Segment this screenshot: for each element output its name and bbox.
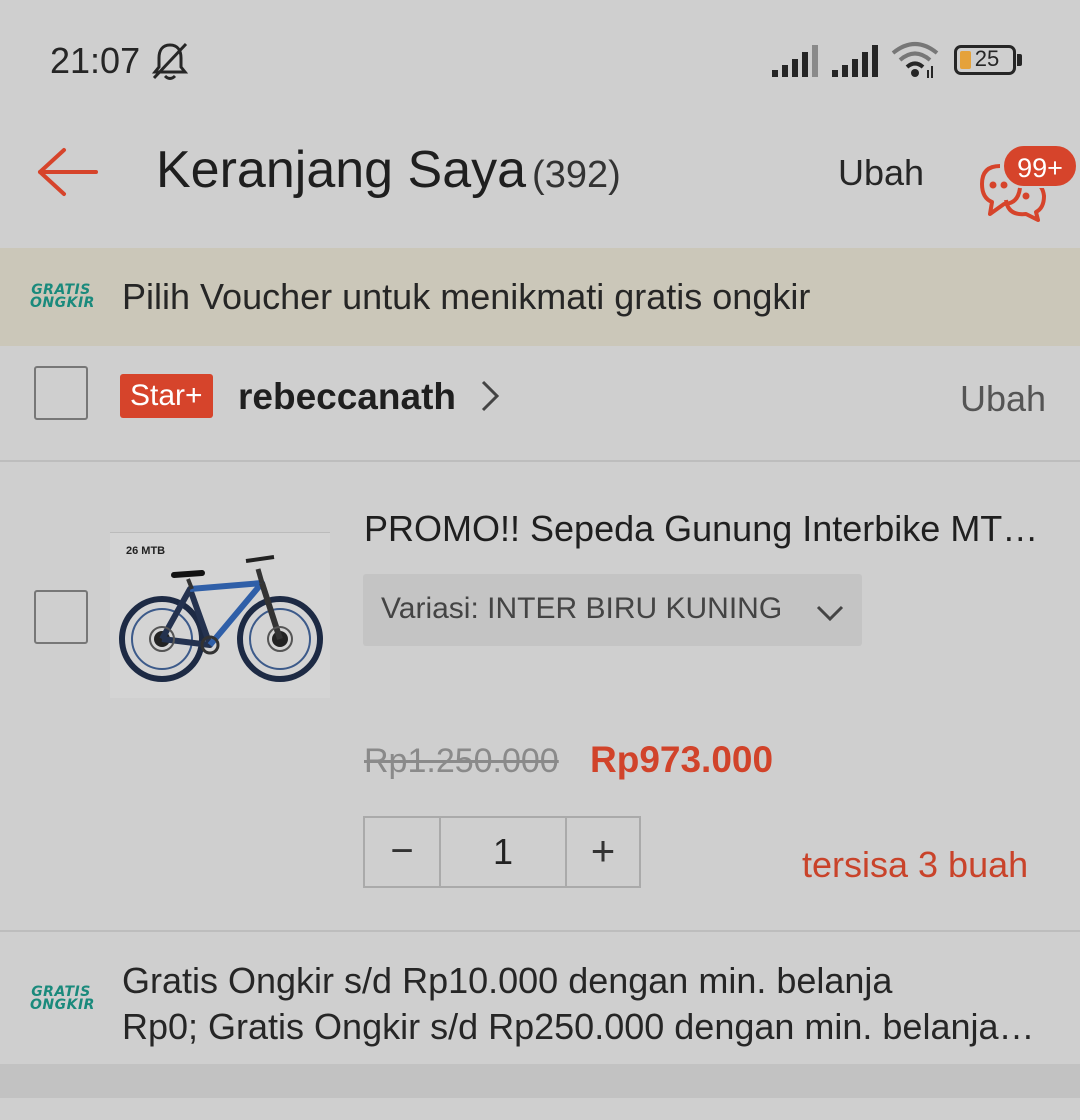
wifi-icon [891, 42, 939, 78]
chevron-right-icon[interactable] [478, 378, 502, 414]
decrease-quantity-button[interactable]: − [365, 818, 441, 886]
quantity-input[interactable]: 1 [441, 818, 565, 886]
shop-name[interactable]: rebeccanath [238, 376, 456, 418]
section-divider [0, 1064, 1080, 1098]
shipping-promo-text: Gratis Ongkir s/d Rp10.000 dengan min. b… [122, 958, 1042, 1050]
battery-level: 25 [974, 46, 1000, 71]
product-title[interactable]: PROMO!! Sepeda Gunung Interbike MTB 26 I… [364, 508, 1054, 550]
chevron-down-icon [816, 605, 844, 622]
gratis-ongkir-logo: GRATIS ONGKIR [30, 985, 95, 1013]
shop-checkbox[interactable] [34, 366, 88, 420]
page-title: Keranjang Saya (392) [156, 140, 621, 200]
cart-item: 26 MTB PROMO!! Sepeda Gunung Interbike M… [0, 462, 1080, 932]
signal-icon [832, 45, 878, 77]
shop-row: Star+ rebeccanath Ubah [0, 346, 1080, 462]
increase-quantity-button[interactable]: + [565, 818, 639, 886]
original-price: Rp1.250.000 [364, 742, 559, 780]
back-arrow-icon[interactable] [34, 142, 100, 202]
app-header: Keranjang Saya (392) Ubah 99+ [0, 120, 1080, 248]
stock-remaining: tersisa 3 buah [802, 844, 1029, 885]
voucher-banner[interactable]: GRATIS ONGKIR Pilih Voucher untuk menikm… [0, 248, 1080, 346]
bottom-area [0, 1098, 1080, 1120]
voucher-text: Pilih Voucher untuk menikmati gratis ong… [122, 276, 811, 317]
edit-cart-button[interactable]: Ubah [838, 152, 924, 194]
chat-button[interactable]: 99+ [972, 140, 1078, 222]
logo-line-2: ONGKIR [30, 997, 95, 1013]
variation-label: Variasi: INTER BIRU KUNING [381, 592, 783, 625]
quantity-stepper: − 1 + [363, 816, 641, 888]
shipping-promo[interactable]: GRATIS ONGKIR Gratis Ongkir s/d Rp10.000… [0, 934, 1080, 1064]
product-image-label: 26 MTB [126, 545, 166, 557]
status-time: 21:07 [50, 40, 141, 81]
signal-icon [772, 45, 818, 77]
shipping-line-1: Gratis Ongkir s/d Rp10.000 dengan min. b… [122, 960, 893, 1001]
chat-badge: 99+ [1002, 144, 1078, 188]
logo-line-2: ONGKIR [30, 295, 95, 311]
shop-edit-button[interactable]: Ubah [960, 378, 1046, 420]
page-title-text: Keranjang Saya [156, 141, 527, 199]
battery-icon: 25 [954, 45, 1024, 77]
product-image[interactable]: 26 MTB [110, 532, 330, 698]
current-price: Rp973.000 [590, 739, 774, 780]
status-bar: 21:07 25 [0, 0, 1080, 120]
cart-count: (392) [532, 154, 621, 196]
bell-muted-icon [151, 42, 189, 80]
star-plus-badge: Star+ [120, 374, 213, 418]
shipping-line-2: Rp0; Gratis Ongkir s/d Rp250.000 dengan … [122, 1006, 1042, 1047]
variation-dropdown[interactable]: Variasi: INTER BIRU KUNING [363, 574, 862, 646]
gratis-ongkir-logo: GRATIS ONGKIR [30, 283, 95, 311]
bicycle-image [119, 555, 323, 682]
item-checkbox[interactable] [34, 590, 88, 644]
